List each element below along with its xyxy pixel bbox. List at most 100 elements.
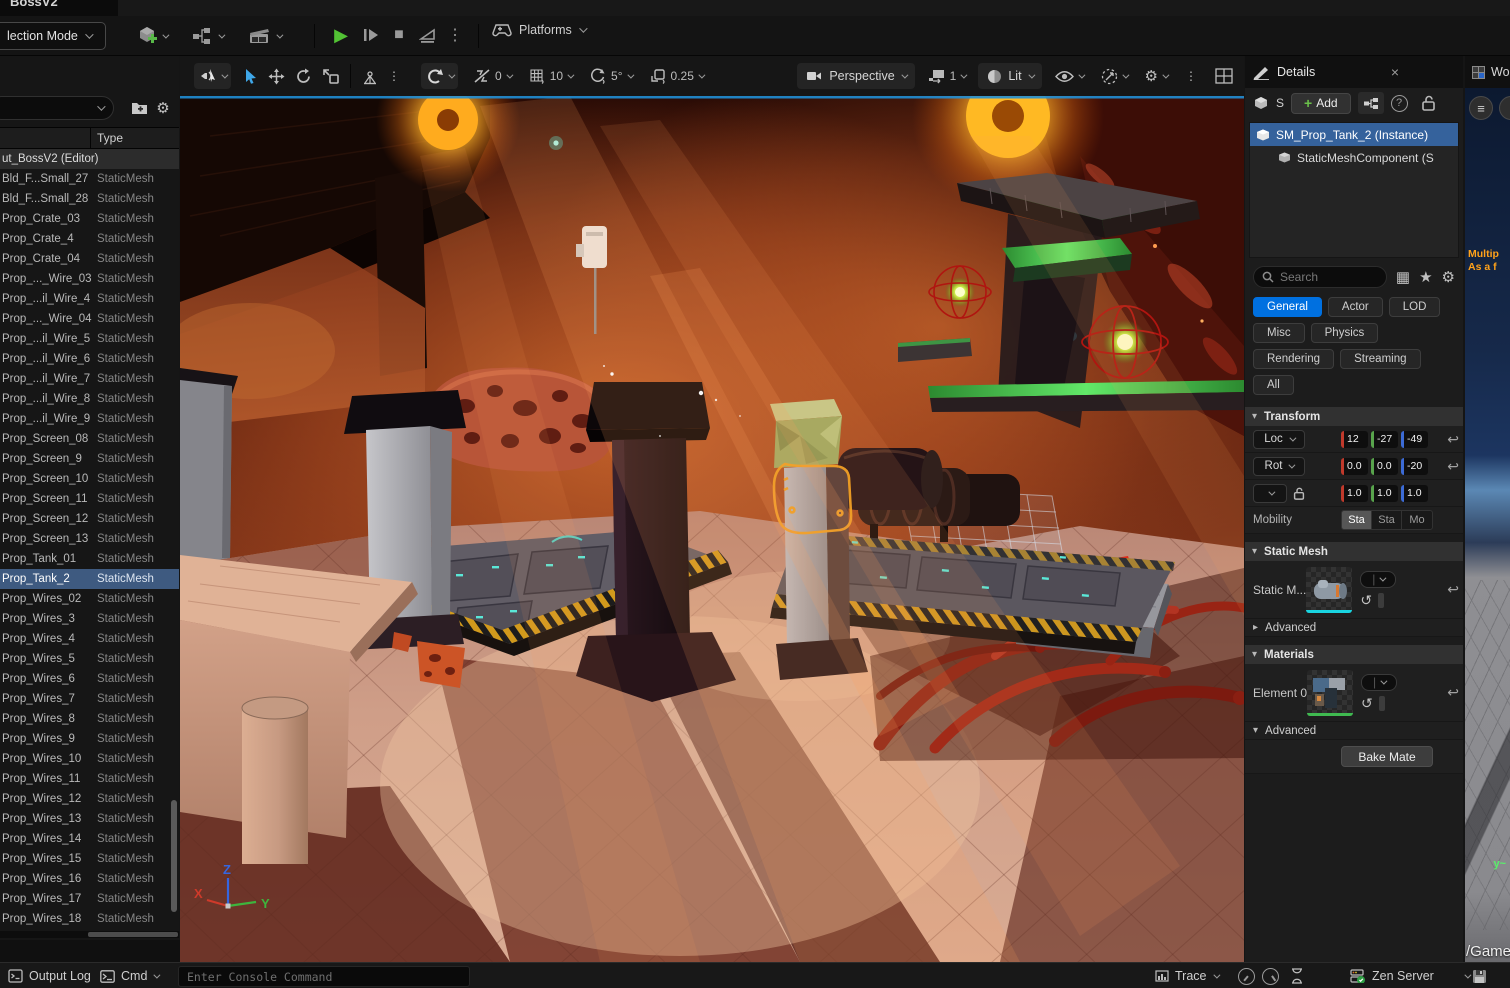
- surface-snapping-button[interactable]: [357, 63, 383, 89]
- stop-button[interactable]: ■: [386, 22, 412, 48]
- outliner-row[interactable]: Prop_Wires_02 StaticMesh: [0, 589, 179, 609]
- details-search-input[interactable]: Search: [1253, 266, 1387, 288]
- browse-to-material-icon[interactable]: ↺: [1361, 695, 1373, 712]
- scale-snap-dropdown[interactable]: 0.25: [645, 63, 708, 89]
- frame-skip-button[interactable]: [358, 22, 384, 48]
- location-dropdown[interactable]: Loc: [1253, 429, 1305, 449]
- rotate-tool-button[interactable]: [290, 63, 317, 89]
- rot-z-field[interactable]: -20: [1401, 457, 1428, 475]
- zen-server-dropdown[interactable]: Zen Server: [1350, 963, 1472, 988]
- outliner-row[interactable]: Prop_Crate_04 StaticMesh: [0, 249, 179, 269]
- mobility-option[interactable]: Sta: [1342, 511, 1372, 529]
- create-folder-button[interactable]: [128, 97, 150, 119]
- unlock-scale-icon[interactable]: [1293, 487, 1305, 500]
- rotation-dropdown[interactable]: Rot: [1253, 456, 1305, 476]
- outliner-row[interactable]: Prop_Wires_15 StaticMesh: [0, 849, 179, 869]
- scale-dropdown[interactable]: [1253, 483, 1287, 503]
- outliner-settings-button[interactable]: ⚙: [152, 97, 174, 119]
- viewport-options-button[interactable]: [194, 63, 231, 89]
- details-settings-icon[interactable]: ⚙: [1442, 268, 1455, 286]
- output-log-button[interactable]: Output Log: [8, 963, 91, 988]
- outliner-row[interactable]: Prop_...il_Wire_9 StaticMesh: [0, 409, 179, 429]
- minimap-extra-button[interactable]: [1499, 96, 1510, 120]
- favorites-icon[interactable]: ★: [1419, 268, 1432, 286]
- asset-tools-bar[interactable]: [1378, 592, 1385, 608]
- perspective-dropdown[interactable]: Perspective: [797, 63, 915, 89]
- loc-y-field[interactable]: -27: [1371, 430, 1398, 448]
- outliner-row[interactable]: Prop_Wires_14 StaticMesh: [0, 829, 179, 849]
- viewport-scene[interactable]: Z X Y: [180, 96, 1244, 962]
- memory-gauge-button[interactable]: [1262, 963, 1279, 988]
- world-partition-tab[interactable]: Wo: [1465, 56, 1510, 88]
- rot-x-field[interactable]: 0.0: [1341, 457, 1368, 475]
- outliner-horizontal-scrollbar[interactable]: [0, 931, 179, 938]
- reset-location-icon[interactable]: ↩: [1447, 431, 1459, 448]
- scale-tool-button[interactable]: [317, 63, 344, 89]
- outliner-vertical-scrollbar[interactable]: [171, 800, 177, 912]
- materials-advanced-row[interactable]: ▾ Advanced: [1245, 722, 1463, 740]
- outliner-row[interactable]: Prop_Wires_10 StaticMesh: [0, 749, 179, 769]
- viewport-kebab-menu[interactable]: ⋮: [1180, 63, 1202, 89]
- category-pill-misc[interactable]: Misc: [1253, 323, 1305, 343]
- cinematics-button[interactable]: [248, 23, 284, 49]
- outliner-row[interactable]: Prop_Wires_6 StaticMesh: [0, 669, 179, 689]
- minimap-menu-button[interactable]: ≡: [1469, 96, 1493, 120]
- tree-child-row[interactable]: StaticMeshComponent (S: [1250, 146, 1458, 169]
- display-filter-icon[interactable]: ▦: [1396, 268, 1410, 286]
- transform-section-header[interactable]: ▾ Transform: [1245, 407, 1463, 426]
- category-pill-general[interactable]: General: [1253, 297, 1322, 317]
- material-dropdown[interactable]: |: [1361, 673, 1398, 691]
- outliner-row[interactable]: Prop_Screen_13 StaticMesh: [0, 529, 179, 549]
- outliner-row[interactable]: Prop_Screen_11 StaticMesh: [0, 489, 179, 509]
- outliner-row[interactable]: Prop_Wires_17 StaticMesh: [0, 889, 179, 909]
- blueprints-button[interactable]: [192, 23, 226, 49]
- location-snap-toggle[interactable]: 0: [468, 63, 516, 89]
- category-pill-lod[interactable]: LOD: [1388, 297, 1441, 317]
- close-icon[interactable]: ×: [1391, 64, 1399, 80]
- help-icon[interactable]: ?: [1390, 94, 1408, 112]
- show-flags-dropdown[interactable]: [1050, 63, 1088, 89]
- derived-data-button[interactable]: [1472, 963, 1487, 988]
- eject-button[interactable]: [414, 22, 440, 48]
- outliner-row[interactable]: Prop_Wires_8 StaticMesh: [0, 709, 179, 729]
- outliner-row[interactable]: Prop_Screen_08 StaticMesh: [0, 429, 179, 449]
- outliner-row[interactable]: Prop_...il_Wire_4 StaticMesh: [0, 289, 179, 309]
- selection-mode-dropdown[interactable]: lection Mode: [0, 22, 106, 50]
- material-thumbnail[interactable]: [1307, 669, 1354, 716]
- outliner-row[interactable]: Prop_Crate_4 StaticMesh: [0, 229, 179, 249]
- type-column-header[interactable]: Type: [91, 131, 123, 145]
- asset-tools-bar[interactable]: [1378, 695, 1385, 711]
- outliner-row[interactable]: Prop_Wires_3 StaticMesh: [0, 609, 179, 629]
- outliner-row[interactable]: Prop_Tank_01 StaticMesh: [0, 549, 179, 569]
- outliner-row[interactable]: Prop_...il_Wire_8 StaticMesh: [0, 389, 179, 409]
- mobility-option[interactable]: Mo: [1402, 511, 1432, 529]
- outliner-row[interactable]: Prop_Wires_19StaticMesh: [0, 929, 179, 930]
- view-mode-options-dropdown[interactable]: [1096, 63, 1132, 89]
- outliner-row[interactable]: Prop_Wires_13 StaticMesh: [0, 809, 179, 829]
- play-button[interactable]: ▶: [328, 22, 354, 48]
- category-pill-rendering[interactable]: Rendering: [1253, 349, 1335, 369]
- materials-section-header[interactable]: ▾ Materials: [1245, 645, 1463, 664]
- outliner-row[interactable]: Prop_Wires_18 StaticMesh: [0, 909, 179, 929]
- outliner-row[interactable]: Prop_Wires_9 StaticMesh: [0, 729, 179, 749]
- outliner-search-dropdown[interactable]: [0, 96, 114, 120]
- scale-z-field[interactable]: 1.0: [1401, 484, 1428, 502]
- insights-gauge-button[interactable]: [1238, 963, 1255, 988]
- edit-blueprint-button[interactable]: [1357, 92, 1384, 114]
- lit-mode-dropdown[interactable]: Lit: [978, 63, 1042, 89]
- foreground-cylinder[interactable]: [241, 696, 309, 864]
- snapping-options-button[interactable]: ⋮: [383, 63, 405, 89]
- loc-x-field[interactable]: 12: [1341, 430, 1368, 448]
- outliner-row[interactable]: Prop_Crate_03 StaticMesh: [0, 209, 179, 229]
- mobility-option[interactable]: Sta: [1372, 511, 1402, 529]
- rotation-snap-dropdown[interactable]: 5°: [585, 63, 636, 89]
- outliner-row[interactable]: Prop_Tank_2 StaticMesh: [0, 569, 179, 589]
- scale-y-field[interactable]: 1.0: [1371, 484, 1398, 502]
- wall-left[interactable]: [180, 368, 238, 566]
- task-status-button[interactable]: [1290, 963, 1304, 988]
- unlock-icon[interactable]: [1421, 95, 1436, 111]
- outliner-row[interactable]: Bld_F...Small_28 StaticMesh: [0, 189, 179, 209]
- tree-root-row[interactable]: SM_Prop_Tank_2 (Instance): [1250, 123, 1458, 146]
- reset-mesh-icon[interactable]: ↩: [1447, 581, 1459, 598]
- rotation-grid-snap-button[interactable]: [421, 63, 458, 89]
